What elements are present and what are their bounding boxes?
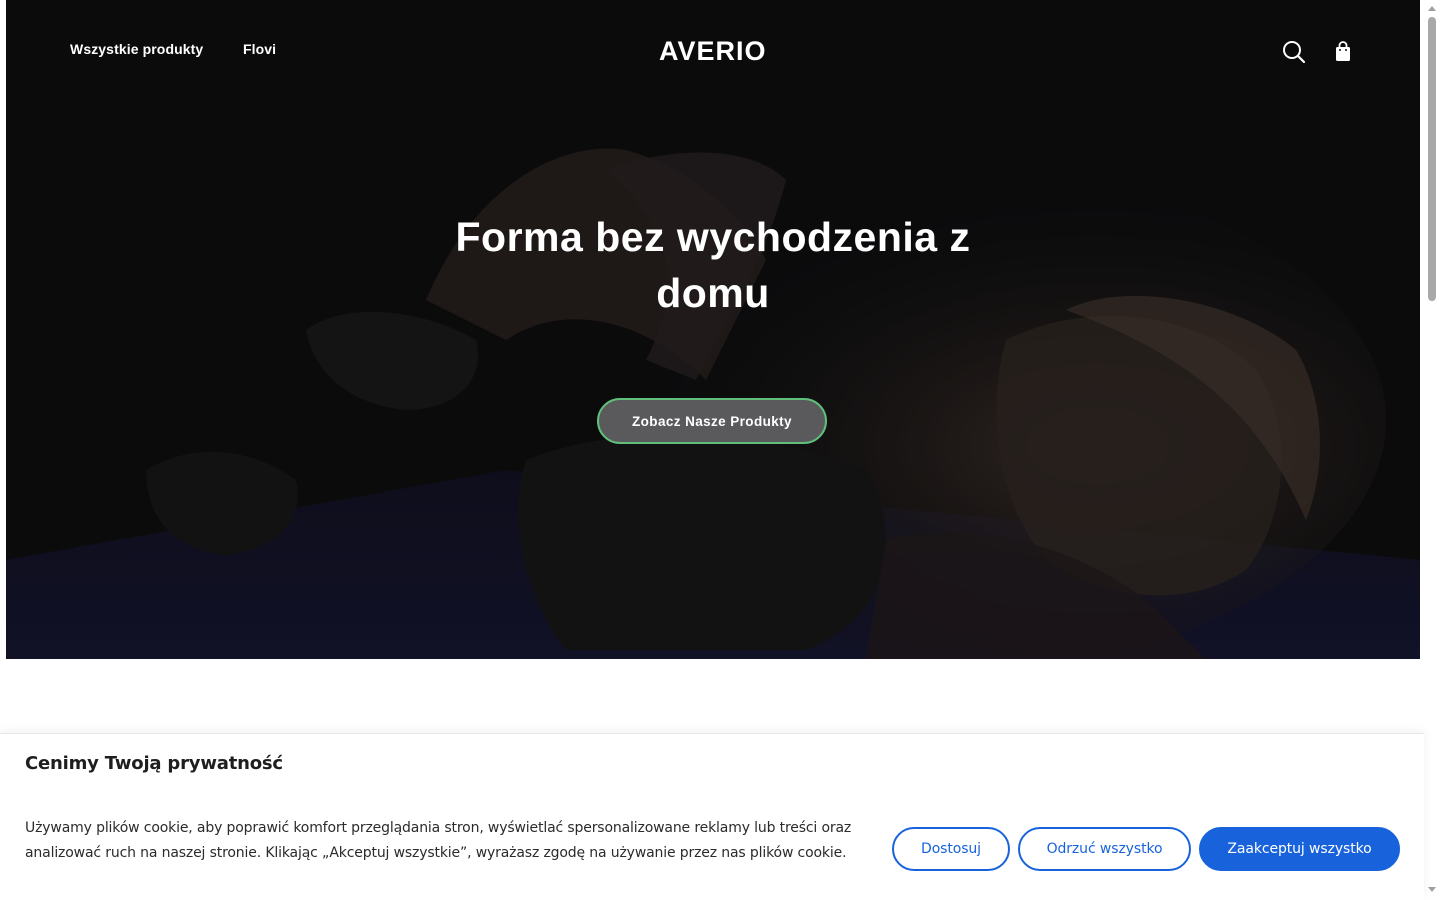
accept-all-cookies-button[interactable]: Zaakceptuj wszystko (1199, 827, 1400, 871)
hero-section: Wszystkie produkty Flovi AVERIO Forma be… (6, 0, 1420, 659)
shopping-bag-icon[interactable] (1331, 39, 1357, 65)
search-icon[interactable] (1281, 39, 1307, 65)
site-logo[interactable]: AVERIO (659, 36, 767, 67)
page-scrollbar[interactable] (1424, 0, 1440, 900)
hero-title: Forma bez wychodzenia z domu (455, 214, 971, 316)
scroll-up-arrow-icon[interactable] (1428, 6, 1436, 11)
view-products-button[interactable]: Zobacz Nasze Produkty (597, 398, 827, 444)
main-navigation: Wszystkie produkty Flovi AVERIO (6, 0, 1420, 104)
cookie-banner-text: Używamy plików cookie, aby poprawić komf… (25, 820, 852, 861)
cookie-consent-banner: Cenimy Twoją prywatność Używamy plików c… (0, 733, 1424, 900)
nav-link-all-products[interactable]: Wszystkie produkty (70, 41, 203, 57)
nav-link-flovi[interactable]: Flovi (243, 41, 276, 57)
reject-all-cookies-button[interactable]: Odrzuć wszystko (1018, 827, 1191, 871)
cookie-banner-title: Cenimy Twoją prywatność (25, 753, 283, 774)
scrollbar-thumb[interactable] (1428, 17, 1436, 301)
customize-cookies-button[interactable]: Dostosuj (892, 827, 1010, 871)
scroll-down-arrow-icon[interactable] (1428, 887, 1436, 892)
